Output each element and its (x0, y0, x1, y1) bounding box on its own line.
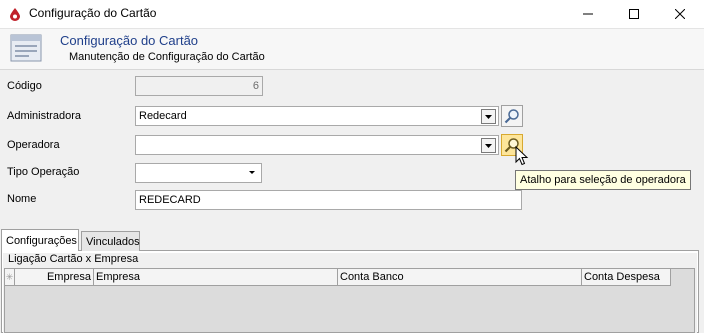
chevron-down-icon[interactable] (249, 171, 255, 174)
magnifier-icon (504, 109, 519, 124)
mouse-cursor-icon (515, 146, 529, 166)
column-header-conta-banco[interactable]: Conta Banco (338, 269, 582, 286)
administradora-search-button[interactable] (501, 105, 523, 127)
card-config-icon (10, 34, 42, 62)
title-bar: Configuração do Cartão (0, 0, 704, 28)
administradora-dropdown-button[interactable] (481, 109, 496, 124)
tipo-operacao-label: Tipo Operação (7, 166, 80, 178)
maximize-icon (629, 9, 639, 19)
administradora-select[interactable]: Redecard (135, 106, 499, 126)
minimize-icon (583, 13, 593, 15)
chevron-down-icon (485, 114, 492, 119)
codigo-label: Código (7, 80, 42, 92)
close-icon (675, 9, 685, 19)
administradora-label: Administradora (7, 110, 81, 122)
nome-label: Nome (7, 193, 37, 205)
codigo-field[interactable]: 6 (135, 76, 263, 96)
chevron-down-icon (485, 143, 492, 148)
column-header-empresa[interactable]: Empresa (94, 269, 338, 286)
close-button[interactable] (657, 0, 703, 28)
data-grid[interactable]: ✳ Empresa Empresa Conta Banco Conta Desp… (4, 268, 695, 333)
page-title: Configuração do Cartão (60, 33, 199, 48)
app-logo-icon (10, 8, 20, 21)
page-subtitle: Manutenção de Configuração do Cartão (69, 51, 265, 63)
column-header-empresa-code[interactable]: Empresa (15, 269, 94, 286)
tipo-operacao-select[interactable] (135, 163, 262, 183)
operadora-select[interactable] (135, 135, 499, 155)
tooltip: Atalho para seleção de operadora (515, 170, 691, 190)
operadora-dropdown-button[interactable] (481, 138, 496, 153)
tab-vinculados[interactable]: Vinculados (81, 231, 140, 251)
window-title: Configuração do Cartão (29, 6, 157, 20)
nome-field[interactable]: REDECARD (135, 190, 522, 210)
operadora-label: Operadora (7, 139, 60, 151)
row-indicator-header: ✳ (5, 269, 15, 286)
maximize-button[interactable] (611, 0, 657, 28)
header-panel: Configuração do Cartão Manutenção de Con… (0, 28, 704, 70)
group-title: Ligação Cartão x Empresa (8, 253, 139, 265)
column-header-conta-despesa[interactable]: Conta Despesa (582, 269, 671, 286)
tab-configuracoes[interactable]: Configurações (1, 229, 79, 251)
minimize-button[interactable] (565, 0, 611, 28)
